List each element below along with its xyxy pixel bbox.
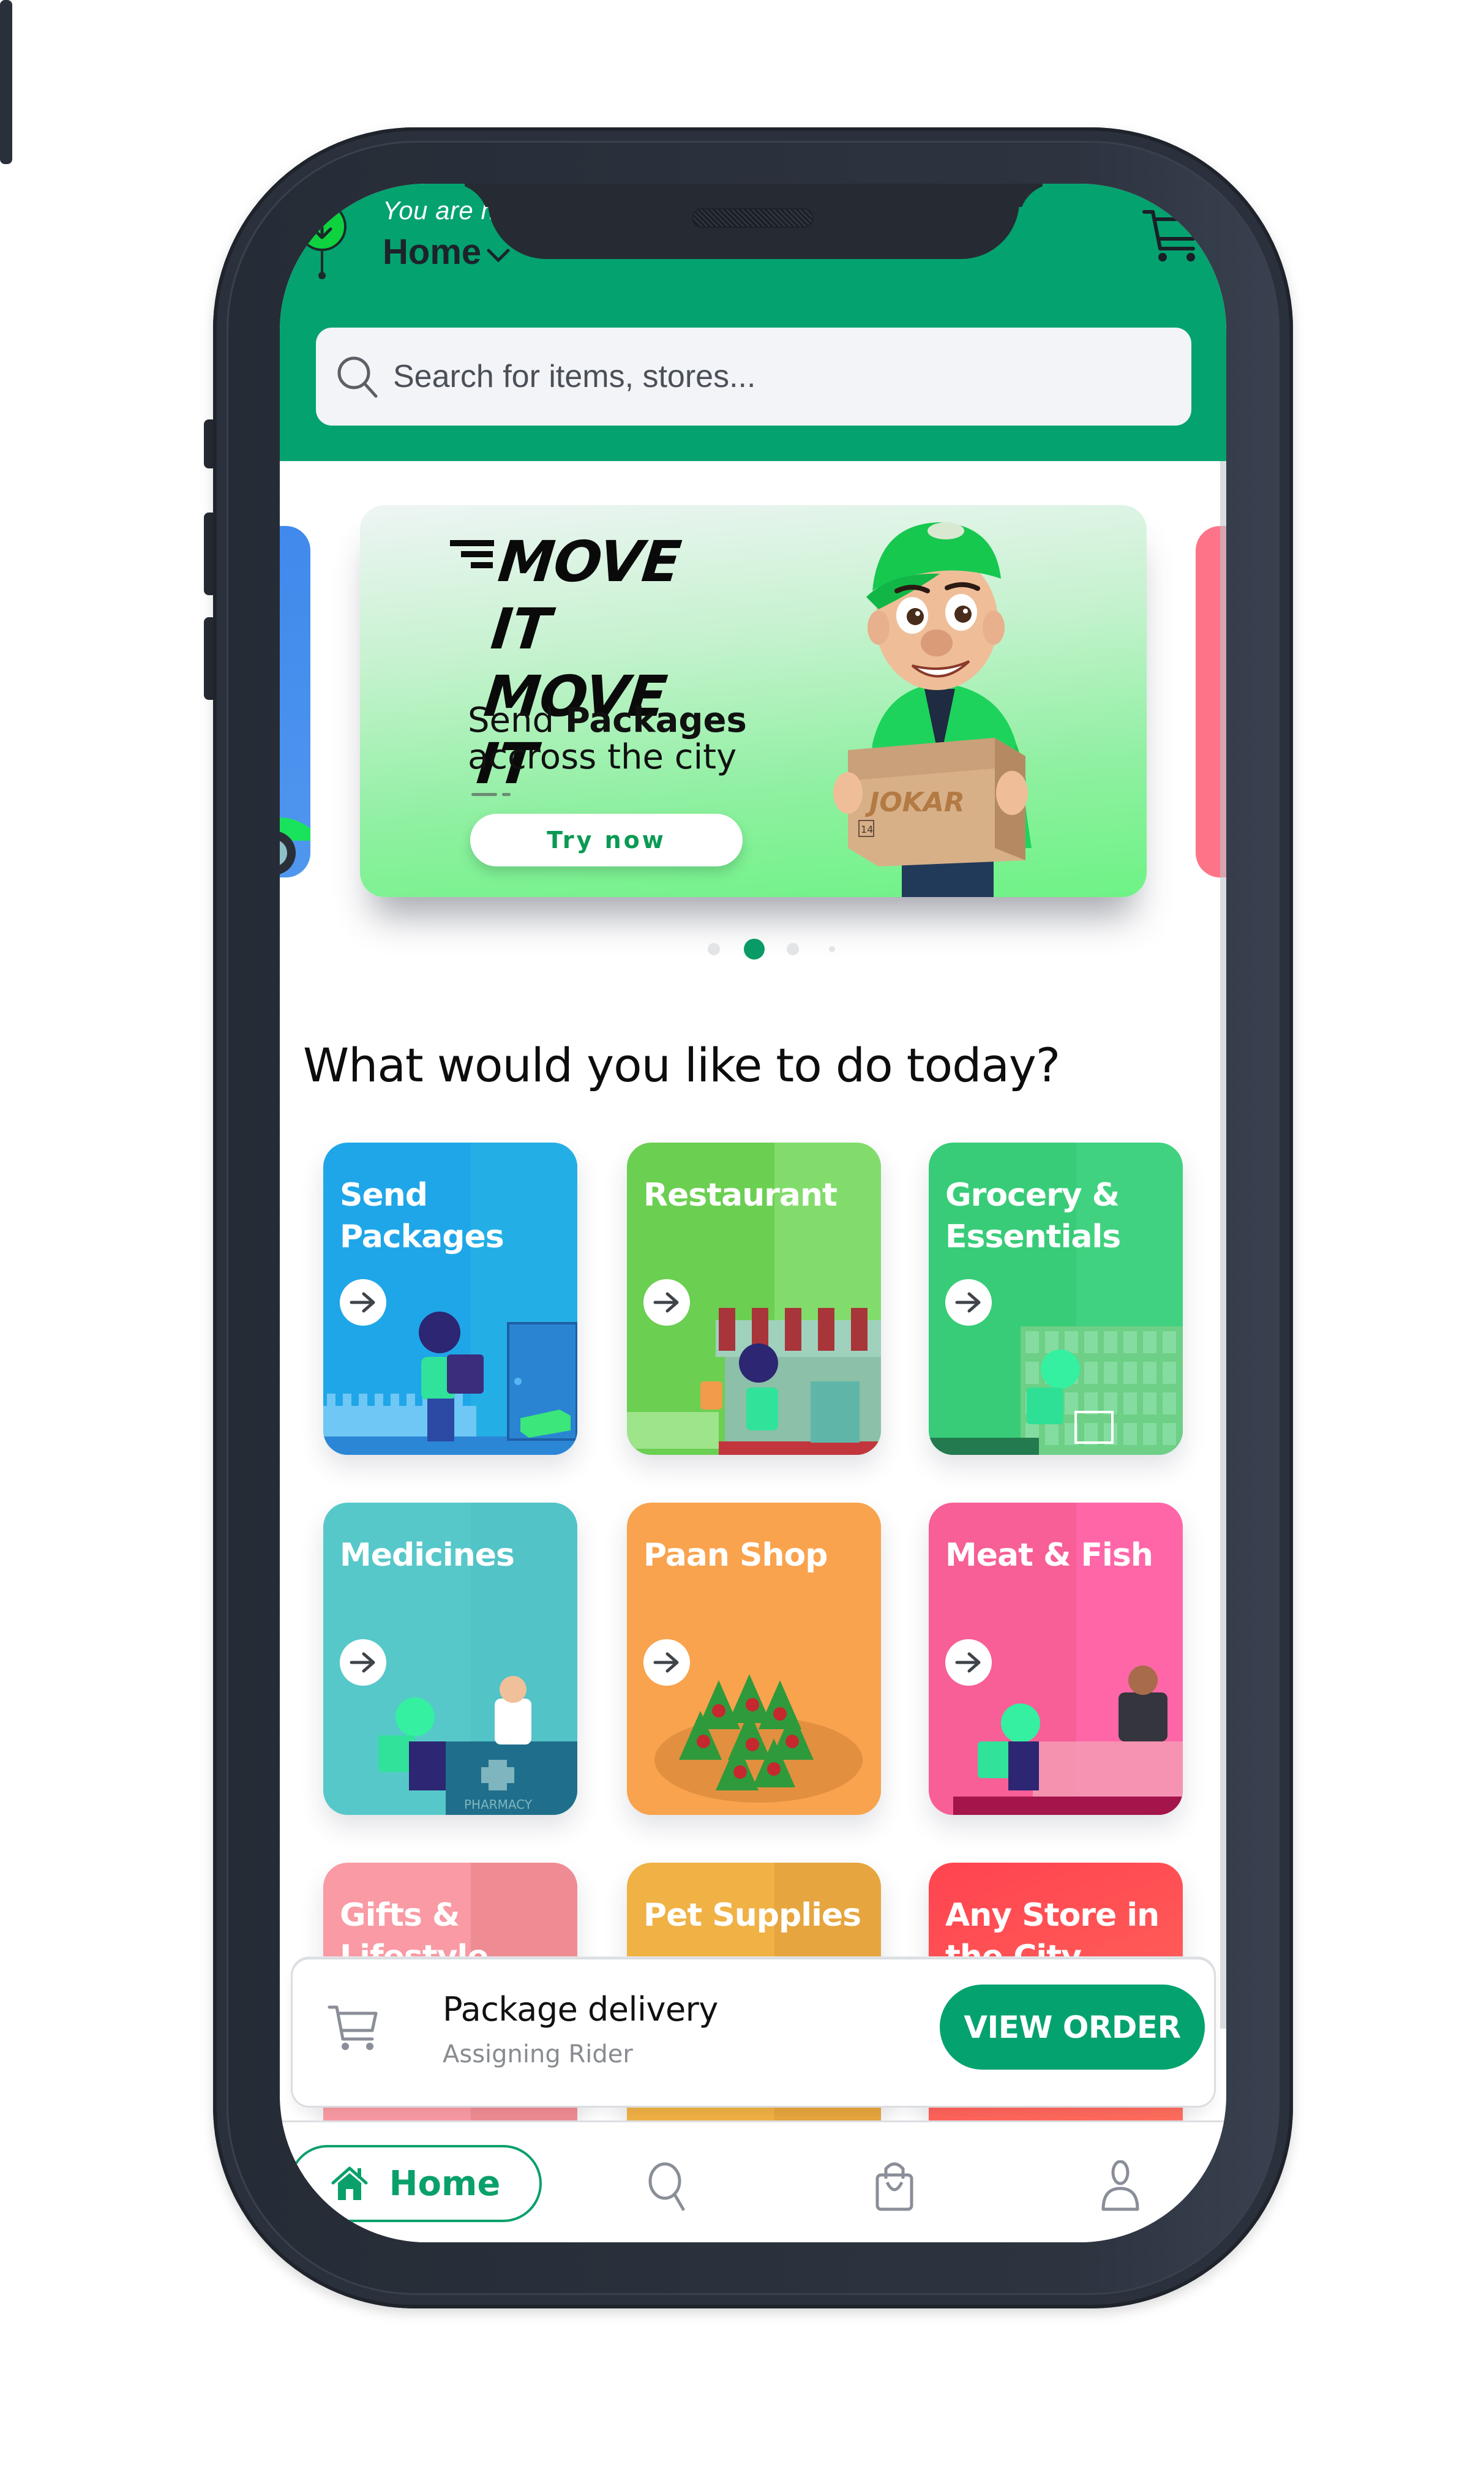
scooter-wheel-art [280,817,310,874]
carousel-pagination [280,937,1226,961]
search-icon [337,356,378,398]
promo-banner[interactable]: MOVE IT MOVE IT Send Packages accross th… [360,505,1147,897]
location-name: Home [383,232,482,272]
nav-home-label: Home [389,2163,501,2204]
category-card[interactable]: PHARMACY Medicines [323,1503,577,1815]
carousel-dot[interactable] [829,946,835,952]
arrow-right-icon[interactable] [945,1639,992,1686]
view-order-button[interactable]: VIEW ORDER [940,1985,1205,2070]
order-status: Assigning Rider [443,2040,633,2068]
carousel-slide-previous[interactable] [280,526,310,877]
courier-character-illustration: JOKAR 14 [833,522,1032,897]
banner-subtitle-bold: Packages [564,700,747,740]
device-notch [488,184,1019,259]
arrow-right-icon[interactable] [643,1639,690,1686]
arrow-right-icon[interactable] [340,1639,386,1686]
speed-lines-icon [450,540,494,568]
order-title: Package delivery [443,1990,718,2029]
search-bar[interactable] [316,328,1191,426]
carousel-dot[interactable] [787,943,799,955]
profile-icon[interactable] [1095,2160,1146,2212]
banner-divider [471,788,517,796]
cart-icon[interactable] [1142,208,1201,263]
banner-title-line-1: MOVE IT [488,529,684,662]
location-pin-icon[interactable] [296,201,348,280]
active-order-bar[interactable]: Package delivery Assigning Rider VIEW OR… [291,1958,1216,2108]
shopping-bag-icon[interactable] [869,2160,920,2212]
category-label: Paan Shop [643,1537,828,1574]
chevron-down-icon [487,249,510,263]
banner-subtitle-line-2: accross the city [468,737,737,777]
category-label: Medicines [340,1537,515,1574]
carousel-dot-active[interactable] [744,939,765,960]
scrollbar[interactable] [1220,461,1226,2029]
try-now-button[interactable]: Try now [470,814,743,866]
arrow-right-icon[interactable] [643,1279,690,1326]
category-card[interactable]: Paan Shop [627,1503,881,1815]
app-screen: You are here Home [280,184,1226,2242]
power-button [0,0,12,164]
category-card[interactable]: Meat & Fish [929,1503,1183,1815]
box-brand-text: JOKAR [864,787,965,818]
category-label: Meat & Fish [945,1537,1153,1574]
banner-subtitle-prefix: Send [468,700,565,740]
box-label-text: 14 [861,824,873,835]
category-label: Send Packages [340,1177,504,1255]
arrow-right-icon[interactable] [945,1279,992,1326]
location-selector[interactable]: Home [383,231,511,272]
cart-icon [328,2005,378,2050]
search-input[interactable] [393,358,1128,395]
carousel-dot[interactable] [708,943,720,955]
arrow-right-icon[interactable] [340,1279,386,1326]
earpiece-speaker [693,209,812,227]
bottom-navigation: Home [280,2122,1226,2242]
category-label: Pet Supplies [643,1897,861,1934]
category-label: Restaurant [643,1177,838,1214]
section-title: What would you like to do today? [303,1038,1060,1092]
search-icon[interactable] [643,2160,694,2212]
category-card[interactable]: Grocery & Essentials [929,1143,1183,1455]
home-icon [331,2166,368,2200]
nav-item-home[interactable]: Home [289,2145,542,2222]
category-label: Grocery & Essentials [945,1177,1121,1255]
category-card[interactable]: Restaurant [627,1143,881,1455]
pharmacy-label: PHARMACY [464,1797,533,1812]
category-card[interactable]: Send Packages [323,1143,577,1455]
banner-subtitle: Send Packages accross the city [468,702,747,776]
